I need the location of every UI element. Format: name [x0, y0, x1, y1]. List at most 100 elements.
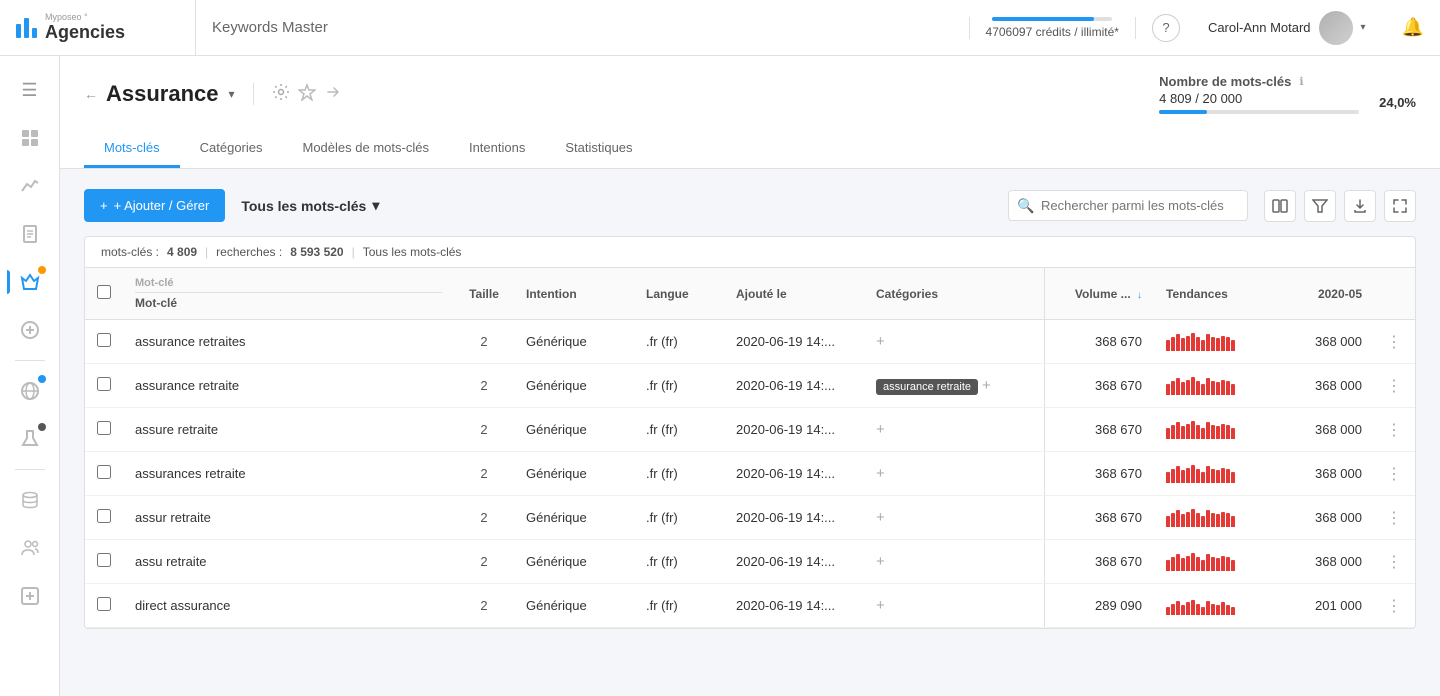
bar-2 [1176, 554, 1180, 571]
row-more-button[interactable]: ⋮ [1386, 554, 1403, 571]
search-input[interactable] [1008, 190, 1248, 221]
bar-10 [1216, 605, 1220, 615]
notification-icon[interactable]: 🔔 [1402, 17, 1424, 38]
row-checkbox[interactable] [97, 597, 111, 611]
fullscreen-button[interactable] [1384, 190, 1416, 222]
bar-5 [1191, 377, 1195, 395]
sidebar-item-database[interactable] [8, 478, 52, 522]
stats-sep1: | [205, 245, 208, 259]
add-category-button[interactable]: + [876, 465, 885, 482]
columns-toggle-button[interactable] [1264, 190, 1296, 222]
filter-dropdown-button[interactable]: Tous les mots-clés ▾ [241, 197, 379, 214]
th-langue: Langue [634, 268, 724, 320]
add-category-button[interactable]: + [876, 553, 885, 570]
logo-bar1 [16, 24, 21, 38]
row-more-button[interactable]: ⋮ [1386, 334, 1403, 351]
row-keyword: assurances retraite [123, 452, 454, 496]
bar-6 [1196, 425, 1200, 439]
filter-button[interactable] [1304, 190, 1336, 222]
row-tendances [1154, 408, 1274, 452]
export-button[interactable] [1344, 190, 1376, 222]
flask-dot [38, 423, 46, 431]
add-category-button[interactable]: + [876, 597, 885, 614]
add-category-button[interactable]: + [982, 377, 991, 394]
database-icon [20, 490, 40, 510]
sidebar-item-analytics[interactable] [8, 164, 52, 208]
tendances-bars [1166, 549, 1235, 571]
bar-0 [1166, 428, 1170, 439]
sidebar-item-flask[interactable] [8, 417, 52, 461]
bar-4 [1186, 602, 1190, 615]
brand-main: Agencies [45, 23, 125, 43]
app-title: Keywords Master [212, 19, 953, 36]
avatar[interactable] [1319, 11, 1353, 45]
bar-12 [1226, 557, 1230, 571]
add-manage-button[interactable]: + + Ajouter / Gérer [84, 189, 225, 222]
bar-13 [1231, 340, 1235, 351]
sidebar-item-add[interactable] [8, 308, 52, 352]
bar-8 [1206, 378, 1210, 395]
row-more-button[interactable]: ⋮ [1386, 510, 1403, 527]
tab-statistiques[interactable]: Statistiques [545, 130, 652, 168]
bar-4 [1186, 468, 1190, 483]
row-taille: 2 [454, 496, 514, 540]
row-volume: 368 670 [1044, 364, 1154, 408]
select-all-checkbox[interactable] [97, 285, 111, 299]
filter-chevron: ▾ [372, 197, 379, 214]
sidebar-item-reports[interactable] [8, 212, 52, 256]
row-checkbox[interactable] [97, 421, 111, 435]
bar-10 [1216, 470, 1220, 483]
row-more-button[interactable]: ⋮ [1386, 598, 1403, 615]
bar-3 [1181, 605, 1185, 615]
row-checkbox[interactable] [97, 509, 111, 523]
sidebar-item-menu[interactable]: ☰ [8, 68, 52, 112]
row-checkbox[interactable] [97, 553, 111, 567]
tab-intentions[interactable]: Intentions [449, 130, 545, 168]
row-keyword: assurance retraites [123, 320, 454, 364]
kw-count-info: ℹ [1299, 75, 1303, 88]
sidebar-item-plus-box[interactable] [8, 574, 52, 618]
row-volume: 368 670 [1044, 452, 1154, 496]
bar-6 [1196, 557, 1200, 571]
row-checkbox-cell [85, 584, 123, 628]
row-checkbox[interactable] [97, 465, 111, 479]
add-category-button[interactable]: + [876, 421, 885, 438]
add-category-button[interactable]: + [876, 509, 885, 526]
row-more-button[interactable]: ⋮ [1386, 378, 1403, 395]
row-keyword: direct assurance [123, 584, 454, 628]
add-category-button[interactable]: + [876, 333, 885, 350]
row-volume: 368 670 [1044, 408, 1154, 452]
share-button[interactable] [324, 83, 342, 105]
kw-count-pct: 24,0% [1379, 95, 1416, 110]
row-checkbox[interactable] [97, 377, 111, 391]
sidebar-item-dashboard[interactable] [8, 116, 52, 160]
star-button[interactable] [298, 83, 316, 105]
content-area: + + Ajouter / Gérer Tous les mots-clés ▾… [60, 169, 1440, 696]
logo-bar3 [32, 28, 37, 38]
filter-icon [1312, 198, 1328, 214]
columns-icon [1272, 198, 1288, 214]
th-taille: Taille [454, 268, 514, 320]
brand-logo [16, 18, 37, 38]
search-box: 🔍 [1008, 190, 1248, 221]
bar-7 [1201, 428, 1205, 439]
row-more-button[interactable]: ⋮ [1386, 466, 1403, 483]
row-checkbox-cell [85, 496, 123, 540]
row-tendances [1154, 364, 1274, 408]
tab-modeles[interactable]: Modèles de mots-clés [283, 130, 449, 168]
settings-button[interactable] [272, 83, 290, 105]
user-dropdown-chevron[interactable]: ▾ [1361, 22, 1366, 33]
sidebar: ☰ [0, 56, 60, 696]
row-volume: 368 670 [1044, 320, 1154, 364]
sidebar-item-people[interactable] [8, 526, 52, 570]
star-icon [298, 83, 316, 101]
sidebar-item-globe[interactable] [8, 369, 52, 413]
back-button[interactable]: ← [84, 86, 98, 102]
tab-categories[interactable]: Catégories [180, 130, 283, 168]
row-checkbox[interactable] [97, 333, 111, 347]
help-button[interactable]: ? [1152, 14, 1180, 42]
row-more-button[interactable]: ⋮ [1386, 422, 1403, 439]
tab-mots-cles[interactable]: Mots-clés [84, 130, 180, 168]
sidebar-item-keywords[interactable] [8, 260, 52, 304]
bar-12 [1226, 605, 1230, 615]
